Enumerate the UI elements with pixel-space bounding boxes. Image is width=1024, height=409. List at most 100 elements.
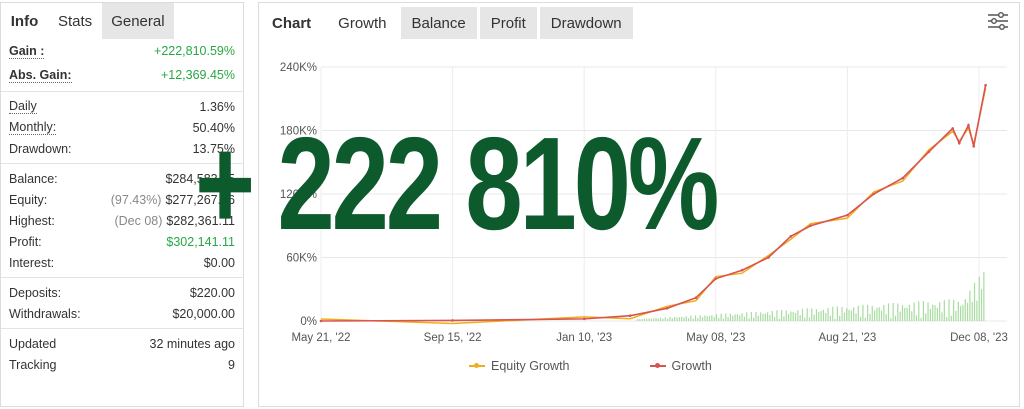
volume-bar [850, 310, 852, 321]
tab-info[interactable]: Info [1, 3, 49, 39]
volume-bar [722, 318, 725, 321]
tracking-value: 9 [228, 357, 235, 372]
tab-stats[interactable]: Stats [49, 3, 103, 39]
volume-bar [734, 314, 736, 321]
volume-bar [648, 318, 650, 321]
volume-bar [827, 307, 829, 321]
volume-bar [925, 313, 927, 321]
volume-bar [978, 276, 980, 321]
volume-bar [946, 317, 948, 321]
deposits-label: Deposits: [9, 285, 62, 300]
volume-bar [811, 308, 813, 321]
volume-bar [787, 314, 790, 321]
volume-bar [955, 310, 957, 321]
tab-growth[interactable]: Growth [327, 7, 398, 39]
legend-growth[interactable]: Growth [649, 359, 712, 373]
volume-bar [897, 303, 899, 321]
volume-bar [820, 310, 822, 321]
volume-bar [843, 312, 845, 321]
volume-bar [913, 302, 915, 321]
volume-bar [718, 318, 720, 321]
volume-bar [653, 318, 655, 321]
growth-point [628, 314, 632, 318]
volume-bar [639, 318, 641, 321]
volume-bar [801, 308, 804, 321]
volume-bar [971, 301, 973, 321]
daily-label[interactable]: Daily [9, 99, 37, 114]
volume-bar [966, 302, 969, 321]
volume-bar [848, 309, 850, 321]
legend-equity-growth[interactable]: Equity Growth [469, 359, 570, 373]
profit-label: Profit: [9, 234, 42, 249]
volume-bar [869, 313, 871, 321]
volume-bar [829, 315, 832, 321]
withdrawals-label: Withdrawals: [9, 306, 81, 321]
volume-bar [920, 318, 922, 321]
tab-balance[interactable]: Balance [400, 7, 477, 39]
interest-label: Interest: [9, 255, 55, 270]
volume-bar [832, 306, 834, 321]
growth-point [984, 83, 987, 87]
volume-bar [785, 310, 787, 321]
growth-point [714, 277, 718, 280]
legend-growth-swatch [649, 363, 666, 368]
volume-bar [878, 307, 880, 321]
volume-bar [757, 315, 759, 321]
growth-point [740, 268, 744, 272]
volume-bar [873, 310, 876, 321]
stats-tabs: Info Stats General [1, 3, 243, 39]
legend-equity-label: Equity Growth [491, 359, 570, 373]
volume-bar [853, 307, 855, 321]
growth-point [767, 256, 770, 259]
volume-bar [964, 299, 966, 321]
volume-bar [729, 313, 732, 321]
volume-bar [862, 304, 864, 321]
volume-bar [643, 318, 646, 321]
volume-bar [743, 316, 745, 321]
volume-bar [929, 309, 931, 321]
y-tick-label: 240K% [280, 62, 317, 74]
volume-bar [825, 312, 827, 321]
balance-label: Balance: [9, 171, 58, 186]
volume-bar [704, 315, 706, 321]
volume-bar [662, 318, 664, 321]
abs-gain-label[interactable]: Abs. Gain: [9, 68, 72, 83]
volume-bar [669, 317, 671, 321]
gain-value: +222,810.59% [154, 44, 235, 58]
volume-bar [741, 313, 743, 321]
volume-bar [715, 314, 718, 321]
growth-point [451, 319, 454, 322]
legend-equity-swatch [469, 363, 485, 368]
volume-bar [957, 301, 959, 321]
gain-label[interactable]: Gain : [9, 44, 45, 59]
volume-bar [927, 302, 929, 321]
volume-bar [906, 307, 908, 321]
volume-bar [899, 311, 901, 321]
tab-general[interactable]: General [102, 3, 175, 39]
growth-point [967, 123, 970, 127]
volume-bar [885, 314, 887, 321]
volume-bar [750, 311, 752, 321]
volume-bar [685, 316, 687, 321]
gain-overlay-text: + 222 810% [195, 110, 719, 257]
tab-drawdown[interactable]: Drawdown [539, 7, 633, 39]
chart-legend: Equity Growth Growth [469, 359, 712, 373]
highest-date: (Dec 08) [114, 213, 163, 228]
divider [1, 91, 243, 92]
volume-bar [797, 310, 799, 321]
growth-point [927, 150, 931, 153]
volume-bar [748, 318, 750, 321]
monthly-label[interactable]: Monthly: [9, 120, 57, 135]
filter-settings-icon[interactable] [987, 11, 1009, 31]
growth-point [789, 235, 793, 238]
volume-bar [973, 282, 976, 321]
tab-profit[interactable]: Profit [479, 7, 537, 39]
volume-bar [934, 305, 936, 321]
volume-bar [880, 310, 883, 321]
growth-point [694, 296, 698, 300]
volume-bar [699, 315, 701, 321]
x-tick-label: Aug 21, '23 [818, 332, 876, 344]
drawdown-label: Drawdown: [9, 141, 72, 156]
volume-bar [725, 313, 727, 321]
volume-bar [678, 317, 680, 321]
